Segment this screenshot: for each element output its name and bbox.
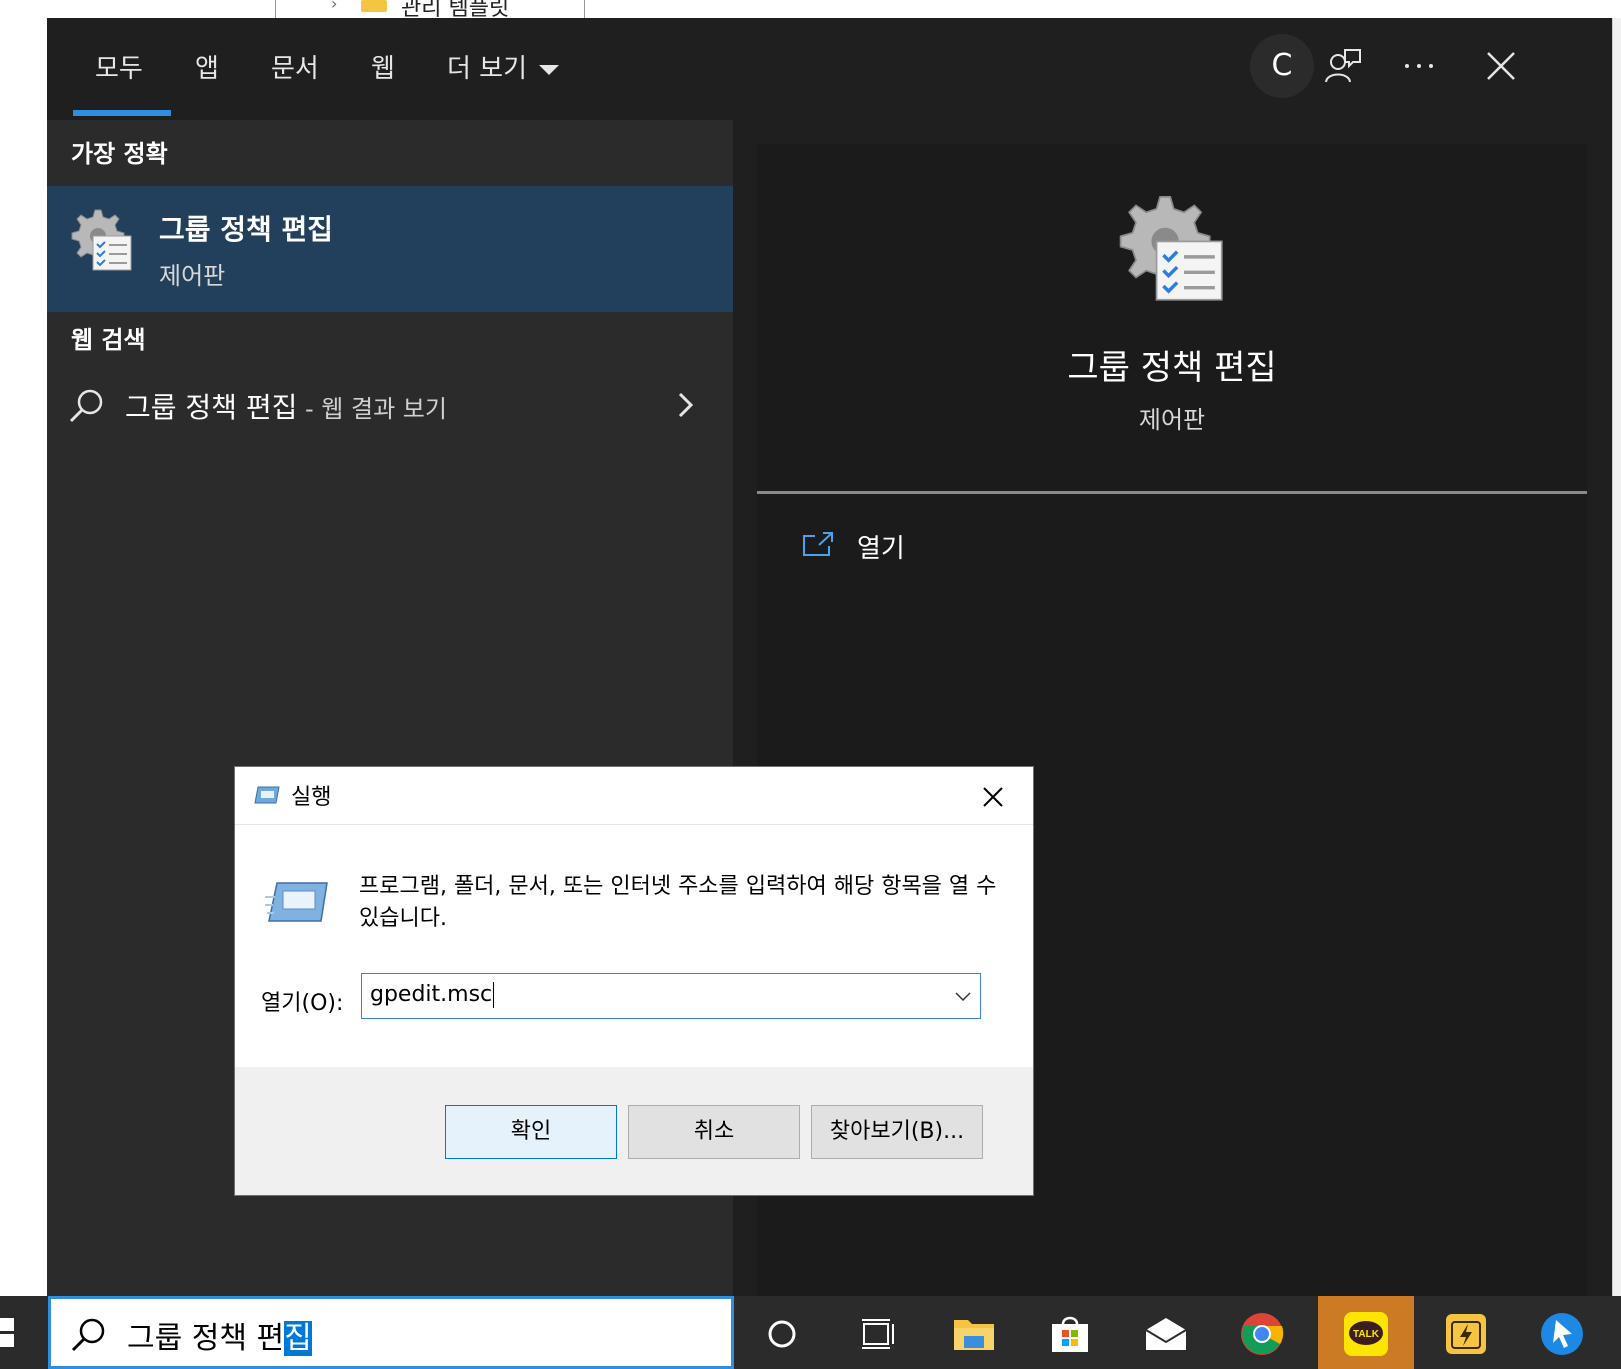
text-caret xyxy=(493,982,495,1008)
more-options-icon[interactable] xyxy=(1399,46,1439,86)
cortana-button[interactable] xyxy=(734,1296,830,1369)
run-icon xyxy=(254,786,280,804)
kakaotalk-button[interactable]: TALK xyxy=(1318,1296,1414,1369)
preview-subtitle: 제어판 xyxy=(1138,406,1206,434)
best-match-result[interactable]: 그룹 정책 편집 제어판 xyxy=(47,186,733,312)
caret-down-icon xyxy=(539,64,560,75)
power-automate-button[interactable] xyxy=(1418,1296,1514,1369)
best-match-heading: 가장 정확 xyxy=(71,140,168,168)
task-view-button[interactable] xyxy=(830,1296,926,1369)
search-text-selected: 집 xyxy=(284,1321,312,1356)
tab-documents[interactable]: 문서 xyxy=(271,48,319,85)
search-text-unselected: 그룹 정책 편 xyxy=(127,1321,285,1356)
tab-apps[interactable]: 앱 xyxy=(195,48,219,85)
circle-icon xyxy=(768,1320,796,1348)
arrow-icon xyxy=(1541,1313,1583,1355)
taskbar-search-box[interactable]: 그룹 정책 편집 xyxy=(48,1296,734,1369)
search-header: 모두 앱 문서 웹 더 보기 C xyxy=(47,18,1612,120)
background-window xyxy=(0,0,1621,18)
store-icon xyxy=(1052,1316,1088,1352)
feedback-icon[interactable] xyxy=(1323,46,1363,86)
kakaotalk-label: TALK xyxy=(1353,1329,1380,1340)
chevron-right-icon: › xyxy=(331,0,338,13)
run-icon xyxy=(265,882,328,922)
best-match-subtitle: 제어판 xyxy=(159,262,226,290)
web-search-query: 그룹 정책 편집 xyxy=(125,391,298,424)
run-command-text: gpedit.msc xyxy=(370,982,493,1007)
chevron-right-icon[interactable] xyxy=(673,390,697,420)
run-dialog-description: 프로그램, 폴더, 문서, 또는 인터넷 주소를 입력하여 해당 항목을 열 수… xyxy=(359,874,997,931)
run-dialog: 실행 프로그램, 폴더, 문서, 또는 인터넷 주소를 입력하여 해당 항목을 … xyxy=(234,766,1034,1196)
taskbar-search-text: 그룹 정책 편집 xyxy=(127,1313,312,1357)
start-button[interactable] xyxy=(0,1296,48,1369)
background-breadcrumb: › 관리 템플릿 xyxy=(275,0,585,18)
search-icon xyxy=(71,1318,105,1352)
mail-icon xyxy=(1145,1318,1187,1350)
tab-all[interactable]: 모두 xyxy=(95,48,143,85)
folder-icon xyxy=(361,0,387,12)
chevron-down-icon[interactable] xyxy=(952,986,974,1006)
task-view-icon xyxy=(862,1319,894,1349)
active-tab-indicator xyxy=(73,110,171,116)
folder-icon xyxy=(954,1320,994,1350)
ok-button[interactable]: 확인 xyxy=(445,1105,617,1159)
quick-assist-button[interactable] xyxy=(1514,1296,1610,1369)
web-search-suffix: 웹 결과 보기 xyxy=(321,395,447,423)
background-scrollbar xyxy=(1612,18,1621,1296)
close-icon[interactable] xyxy=(973,777,1013,817)
tab-web[interactable]: 웹 xyxy=(371,48,395,85)
preview-card: 그룹 정책 편집 제어판 xyxy=(757,144,1587,494)
tab-more[interactable]: 더 보기 xyxy=(447,48,560,85)
open-action-label: 열기 xyxy=(857,534,905,564)
group-policy-icon xyxy=(71,209,132,271)
file-explorer-button[interactable] xyxy=(926,1296,1022,1369)
account-avatar[interactable]: C xyxy=(1250,34,1314,98)
run-dialog-footer: 확인 취소 찾아보기(B)... xyxy=(235,1067,1033,1195)
web-search-heading: 웹 검색 xyxy=(71,326,146,354)
chrome-icon xyxy=(1241,1313,1284,1355)
mail-button[interactable] xyxy=(1118,1296,1214,1369)
run-open-label: 열기(O): xyxy=(261,991,344,1016)
breadcrumb-label: 관리 템플릿 xyxy=(401,0,510,18)
open-action[interactable]: 열기 xyxy=(757,516,1587,576)
web-search-separator: - xyxy=(297,395,322,423)
run-command-value: gpedit.msc xyxy=(370,982,495,1008)
preview-title: 그룹 정책 편집 xyxy=(1067,348,1277,388)
browse-button[interactable]: 찾아보기(B)... xyxy=(811,1105,983,1159)
run-dialog-title: 실행 xyxy=(291,785,332,810)
lightning-icon xyxy=(1446,1314,1486,1354)
windows-icon xyxy=(0,1318,14,1347)
tab-more-label: 더 보기 xyxy=(447,54,528,84)
run-command-input[interactable]: gpedit.msc xyxy=(361,973,981,1019)
web-search-text: 그룹 정책 편집 - 웹 결과 보기 xyxy=(125,386,447,426)
store-button[interactable] xyxy=(1022,1296,1118,1369)
search-icon xyxy=(69,389,103,423)
close-icon[interactable] xyxy=(1481,46,1521,86)
cancel-button[interactable]: 취소 xyxy=(628,1105,800,1159)
web-search-result[interactable]: 그룹 정책 편집 - 웹 결과 보기 xyxy=(47,372,733,436)
open-icon xyxy=(803,532,833,556)
taskbar: 그룹 정책 편집 TALK xyxy=(0,1296,1621,1369)
run-dialog-titlebar[interactable]: 실행 xyxy=(235,767,1033,825)
best-match-title: 그룹 정책 편집 xyxy=(159,213,334,246)
group-policy-icon xyxy=(1119,196,1223,301)
kakaotalk-icon: TALK xyxy=(1344,1312,1388,1356)
chrome-button[interactable] xyxy=(1214,1296,1310,1369)
